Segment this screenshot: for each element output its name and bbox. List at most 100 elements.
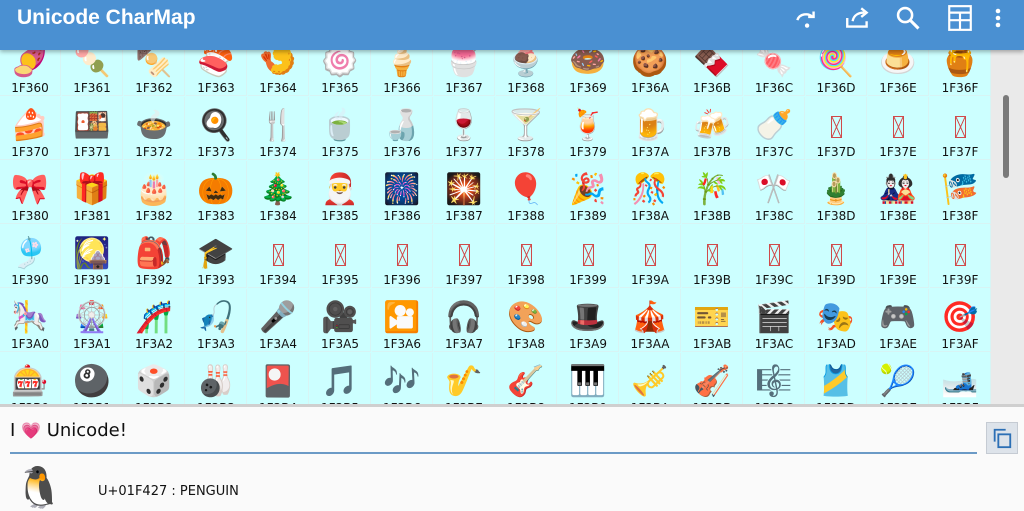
- char-cell[interactable]: 1F39E: [868, 225, 929, 288]
- char-cell[interactable]: 🎓 1F393: [186, 225, 247, 288]
- char-cell[interactable]: 🍻 1F37B: [682, 97, 743, 160]
- char-cell[interactable]: 🎊 1F38A: [620, 161, 681, 224]
- char-cell[interactable]: 🍯 1F36F: [930, 50, 991, 96]
- char-cell[interactable]: 1F39F: [930, 225, 991, 288]
- redo-button[interactable]: [786, 0, 826, 36]
- char-cell[interactable]: 1F399: [558, 225, 619, 288]
- char-cell[interactable]: 🎂 1F382: [124, 161, 185, 224]
- char-cell[interactable]: 1F39D: [806, 225, 867, 288]
- char-cell[interactable]: 🍠 1F360: [0, 50, 61, 96]
- char-cell[interactable]: 🎽1F3BD: [806, 353, 867, 406]
- char-cell[interactable]: 1F398: [496, 225, 557, 288]
- char-cell[interactable]: 🎷1F3B7: [434, 353, 495, 406]
- char-cell[interactable]: 🎿1F3BF: [930, 353, 991, 406]
- char-cell[interactable]: 🎻1F3BB: [682, 353, 743, 406]
- char-cell[interactable]: 🍶 1F376: [372, 97, 433, 160]
- more-options-button[interactable]: [978, 0, 1018, 36]
- char-cell[interactable]: 🎥 1F3A5: [310, 289, 371, 352]
- char-cell[interactable]: 🍸 1F378: [496, 97, 557, 160]
- char-cell[interactable]: 🎑 1F391: [62, 225, 123, 288]
- char-cell[interactable]: 🍭 1F36D: [806, 50, 867, 96]
- char-cell[interactable]: 🎏 1F38F: [930, 161, 991, 224]
- char-cell[interactable]: 🎼1F3BC: [744, 353, 805, 406]
- char-cell[interactable]: 🎒 1F392: [124, 225, 185, 288]
- char-cell[interactable]: 🍩 1F369: [558, 50, 619, 96]
- char-cell[interactable]: 🎢 1F3A2: [124, 289, 185, 352]
- char-cell[interactable]: 1F39A: [620, 225, 681, 288]
- char-cell[interactable]: 1F397: [434, 225, 495, 288]
- char-cell[interactable]: 🍰 1F370: [0, 97, 61, 160]
- char-cell[interactable]: 🎌 1F38C: [744, 161, 805, 224]
- char-cell[interactable]: 🎵1F3B5: [310, 353, 371, 406]
- char-cell[interactable]: 1F37F: [930, 97, 991, 160]
- char-cell[interactable]: 🎡 1F3A1: [62, 289, 123, 352]
- char-cell[interactable]: 🍺 1F37A: [620, 97, 681, 160]
- character-grid[interactable]: 🍠 1F360 🍡 1F361 🍢 1F362 🍣 1F363 🍤 1F364 🍥 1F365 🍦 1F3…: [0, 50, 991, 406]
- char-cell[interactable]: 1F395: [310, 225, 371, 288]
- char-cell[interactable]: 🎲1F3B2: [124, 353, 185, 406]
- char-cell[interactable]: 🎪 1F3AA: [620, 289, 681, 352]
- char-cell[interactable]: 🎇 1F387: [434, 161, 495, 224]
- char-cell[interactable]: 🍳 1F373: [186, 97, 247, 160]
- char-cell[interactable]: 🍤 1F364: [248, 50, 309, 96]
- char-cell[interactable]: 1F39B: [682, 225, 743, 288]
- char-cell[interactable]: 🎤 1F3A4: [248, 289, 309, 352]
- char-cell[interactable]: 🎬 1F3AC: [744, 289, 805, 352]
- char-cell[interactable]: 🎴1F3B4: [248, 353, 309, 406]
- char-cell[interactable]: 🎍 1F38D: [806, 161, 867, 224]
- char-cell[interactable]: 🎋 1F38B: [682, 161, 743, 224]
- char-cell[interactable]: 🍫 1F36B: [682, 50, 743, 96]
- char-cell[interactable]: 🎫 1F3AB: [682, 289, 743, 352]
- char-cell[interactable]: 🎮 1F3AE: [868, 289, 929, 352]
- char-cell[interactable]: 🎅 1F385: [310, 161, 371, 224]
- character-grid-area[interactable]: 🍠 1F360 🍡 1F361 🍢 1F362 🍣 1F363 🍤 1F364 🍥 1F365 🍦 1F3…: [0, 50, 1024, 406]
- grid-scrollbar[interactable]: [1003, 95, 1009, 178]
- char-cell[interactable]: 🎺1F3BA: [620, 353, 681, 406]
- char-cell[interactable]: 1F396: [372, 225, 433, 288]
- char-cell[interactable]: 1F37D: [806, 97, 867, 160]
- char-cell[interactable]: 🍹 1F379: [558, 97, 619, 160]
- char-cell[interactable]: 🍥 1F365: [310, 50, 371, 96]
- char-cell[interactable]: 🎣 1F3A3: [186, 289, 247, 352]
- char-cell[interactable]: 1F37E: [868, 97, 929, 160]
- char-cell[interactable]: 🍮 1F36E: [868, 50, 929, 96]
- char-cell[interactable]: 🍵 1F375: [310, 97, 371, 160]
- char-cell[interactable]: 🎶1F3B6: [372, 353, 433, 406]
- char-cell[interactable]: 🎉 1F389: [558, 161, 619, 224]
- char-cell[interactable]: 🍪 1F36A: [620, 50, 681, 96]
- char-cell[interactable]: 🍬 1F36C: [744, 50, 805, 96]
- char-cell[interactable]: 🎸1F3B8: [496, 353, 557, 406]
- char-cell[interactable]: 🎦 1F3A6: [372, 289, 433, 352]
- panel-divider[interactable]: [0, 404, 1024, 407]
- char-cell[interactable]: 🎀 1F380: [0, 161, 61, 224]
- char-cell[interactable]: 🎈 1F388: [496, 161, 557, 224]
- char-cell[interactable]: 🎎 1F38E: [868, 161, 929, 224]
- char-cell[interactable]: 🍱 1F371: [62, 97, 123, 160]
- char-cell[interactable]: 🍲 1F372: [124, 97, 185, 160]
- char-cell[interactable]: 🎭 1F3AD: [806, 289, 867, 352]
- search-button[interactable]: [888, 0, 928, 36]
- char-cell[interactable]: 🍢 1F362: [124, 50, 185, 96]
- char-cell[interactable]: 🎧 1F3A7: [434, 289, 495, 352]
- char-cell[interactable]: 🎃 1F383: [186, 161, 247, 224]
- char-cell[interactable]: 1F394: [248, 225, 309, 288]
- char-cell[interactable]: 🍣 1F363: [186, 50, 247, 96]
- char-cell[interactable]: 🍡 1F361: [62, 50, 123, 96]
- char-cell[interactable]: 🍼 1F37C: [744, 97, 805, 160]
- copy-button[interactable]: [986, 422, 1018, 454]
- char-cell[interactable]: 🎯 1F3AF: [930, 289, 991, 352]
- grid-view-button[interactable]: [940, 0, 980, 36]
- char-cell[interactable]: 🎾1F3BE: [868, 353, 929, 406]
- char-cell[interactable]: 🎁 1F381: [62, 161, 123, 224]
- char-cell[interactable]: 🍨 1F368: [496, 50, 557, 96]
- char-cell[interactable]: 🎨 1F3A8: [496, 289, 557, 352]
- char-cell[interactable]: 🍦 1F366: [372, 50, 433, 96]
- char-cell[interactable]: 🍴 1F374: [248, 97, 309, 160]
- share-button[interactable]: [838, 0, 878, 36]
- text-input[interactable]: I 💗 Unicode!: [10, 420, 127, 441]
- char-cell[interactable]: 🍷 1F377: [434, 97, 495, 160]
- char-cell[interactable]: 🎆 1F386: [372, 161, 433, 224]
- char-cell[interactable]: 🎰1F3B0: [0, 353, 61, 406]
- char-cell[interactable]: 🎳1F3B3: [186, 353, 247, 406]
- char-cell[interactable]: 🎐 1F390: [0, 225, 61, 288]
